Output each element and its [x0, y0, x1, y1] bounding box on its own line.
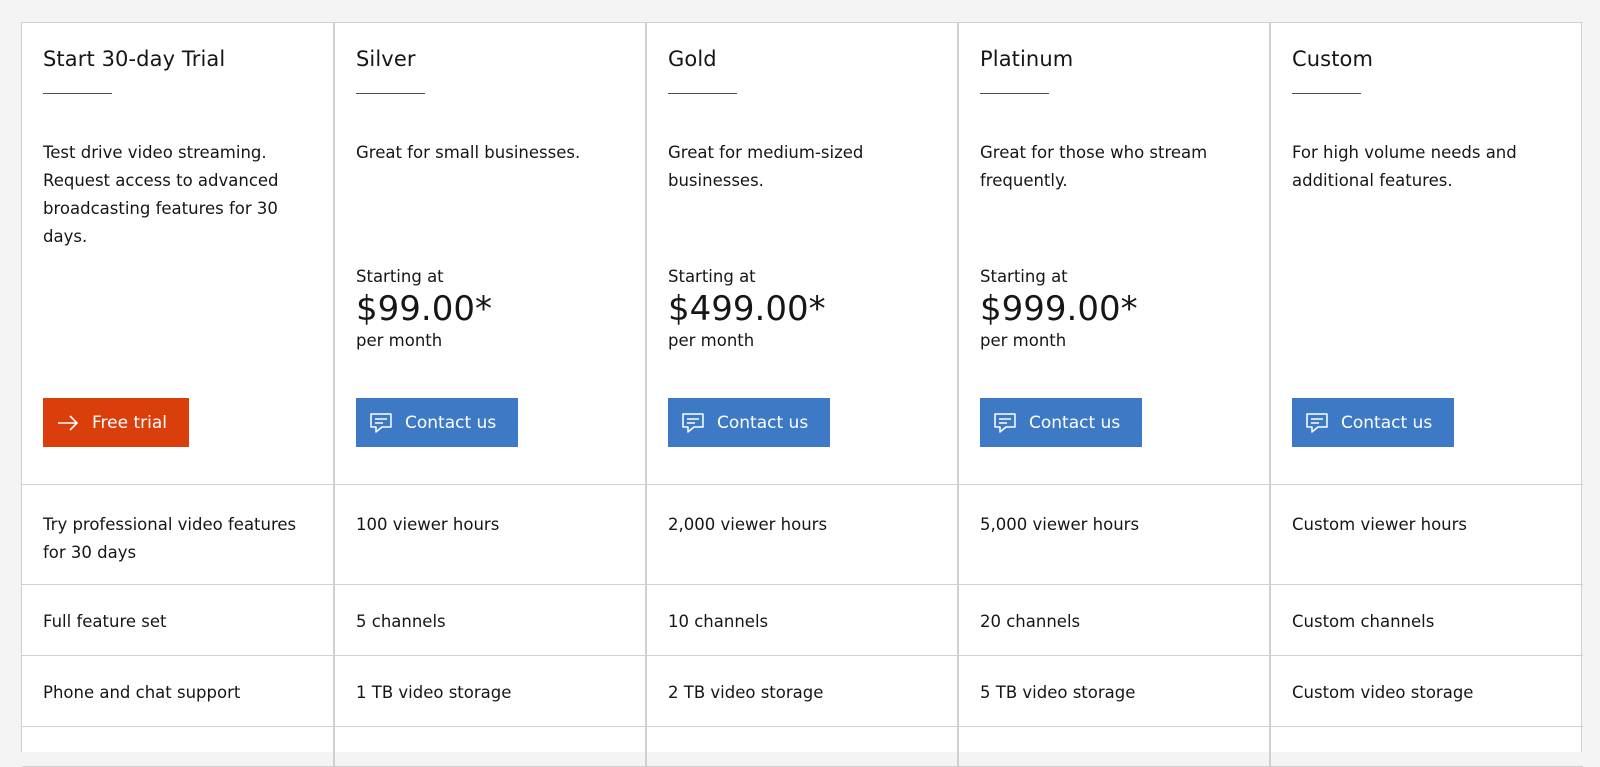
feature-cell: 100 viewer hours	[335, 485, 647, 585]
plan-header-gold: Gold Great for medium-sized businesses. …	[647, 23, 959, 485]
price-suffix: per month	[356, 331, 443, 350]
plan-description: For high volume needs and additional fea…	[1292, 143, 1517, 190]
feature-cell: Phone and chat support	[22, 656, 335, 727]
feature-cell	[647, 727, 959, 767]
chat-icon	[680, 410, 706, 436]
feature-cell: Custom viewer hours	[1271, 485, 1583, 585]
title-divider	[980, 93, 1049, 94]
price-block: Starting at $499.00* per month	[668, 267, 826, 353]
plan-header-platinum: Platinum Great for those who stream freq…	[959, 23, 1271, 485]
feature-cell: 5 channels	[335, 585, 647, 656]
feature-cell: 2,000 viewer hours	[647, 485, 959, 585]
contact-us-label: Contact us	[1029, 412, 1121, 433]
contact-us-label: Contact us	[1341, 412, 1433, 433]
feature-text: 20 channels	[980, 612, 1081, 631]
plan-title: Start 30-day Trial	[43, 47, 226, 71]
chat-icon	[1304, 410, 1330, 436]
free-trial-label: Free trial	[92, 412, 167, 433]
price-suffix: per month	[668, 331, 755, 350]
feature-cell: 10 channels	[647, 585, 959, 656]
plan-description: Test drive video streaming. Request acce…	[43, 143, 279, 246]
feature-text: 5,000 viewer hours	[980, 515, 1140, 534]
contact-us-button[interactable]: Contact us	[668, 398, 831, 447]
price: $999.00*	[980, 289, 1138, 329]
feature-text: Custom channels	[1292, 612, 1435, 631]
feature-cell	[22, 727, 335, 767]
feature-cell: Custom channels	[1271, 585, 1583, 656]
title-divider	[668, 93, 737, 94]
feature-cell: 5 TB video storage	[959, 656, 1271, 727]
feature-text: 2 TB video storage	[668, 683, 824, 702]
title-divider	[356, 93, 425, 94]
feature-text: 5 channels	[356, 612, 446, 631]
feature-cell: Custom video storage	[1271, 656, 1583, 727]
plan-description: Great for small businesses.	[356, 143, 581, 162]
feature-cell: Full feature set	[22, 585, 335, 656]
price-prefix: Starting at	[356, 267, 444, 286]
feature-text: 100 viewer hours	[356, 515, 500, 534]
plan-title: Custom	[1292, 47, 1374, 71]
feature-cell	[335, 727, 647, 767]
contact-us-button[interactable]: Contact us	[980, 398, 1143, 447]
chat-icon	[992, 410, 1018, 436]
feature-text: 2,000 viewer hours	[668, 515, 828, 534]
title-divider	[43, 93, 112, 94]
feature-text: 10 channels	[668, 612, 769, 631]
feature-cell	[959, 727, 1271, 767]
price-block: Starting at $99.00* per month	[356, 267, 492, 353]
plan-header-silver: Silver Great for small businesses. Start…	[335, 23, 647, 485]
plan-title: Silver	[356, 47, 416, 71]
price-prefix: Starting at	[668, 267, 756, 286]
feature-cell: 20 channels	[959, 585, 1271, 656]
feature-text: Try professional video features for 30 d…	[43, 515, 297, 562]
feature-text: Custom viewer hours	[1292, 515, 1468, 534]
feature-text: Full feature set	[43, 612, 167, 631]
plan-header-custom: Custom For high volume needs and additio…	[1271, 23, 1583, 485]
contact-us-label: Contact us	[717, 412, 809, 433]
feature-cell: 1 TB video storage	[335, 656, 647, 727]
feature-cell: 2 TB video storage	[647, 656, 959, 727]
contact-us-button[interactable]: Contact us	[1292, 398, 1455, 447]
plan-description: Great for those who stream frequently.	[980, 143, 1208, 190]
feature-text: 1 TB video storage	[356, 683, 512, 702]
feature-text: Phone and chat support	[43, 683, 241, 702]
price-block: Starting at $999.00* per month	[980, 267, 1138, 353]
contact-us-label: Contact us	[405, 412, 497, 433]
feature-cell: 5,000 viewer hours	[959, 485, 1271, 585]
arrow-right-icon	[55, 410, 81, 436]
price: $499.00*	[668, 289, 826, 329]
plan-title: Gold	[668, 47, 717, 71]
contact-us-button[interactable]: Contact us	[356, 398, 519, 447]
price-prefix: Starting at	[980, 267, 1068, 286]
plan-header-trial: Start 30-day Trial Test drive video stre…	[22, 23, 335, 485]
feature-text: 5 TB video storage	[980, 683, 1136, 702]
plan-title: Platinum	[980, 47, 1074, 71]
free-trial-button[interactable]: Free trial	[43, 398, 189, 447]
title-divider	[1292, 93, 1361, 94]
feature-cell: Try professional video features for 30 d…	[22, 485, 335, 585]
plan-description: Great for medium-sized businesses.	[668, 143, 864, 190]
feature-text: Custom video storage	[1292, 683, 1474, 702]
pricing-table: Start 30-day Trial Test drive video stre…	[21, 22, 1583, 767]
feature-cell	[1271, 727, 1583, 767]
price: $99.00*	[356, 289, 492, 329]
price-suffix: per month	[980, 331, 1067, 350]
chat-icon	[368, 410, 394, 436]
